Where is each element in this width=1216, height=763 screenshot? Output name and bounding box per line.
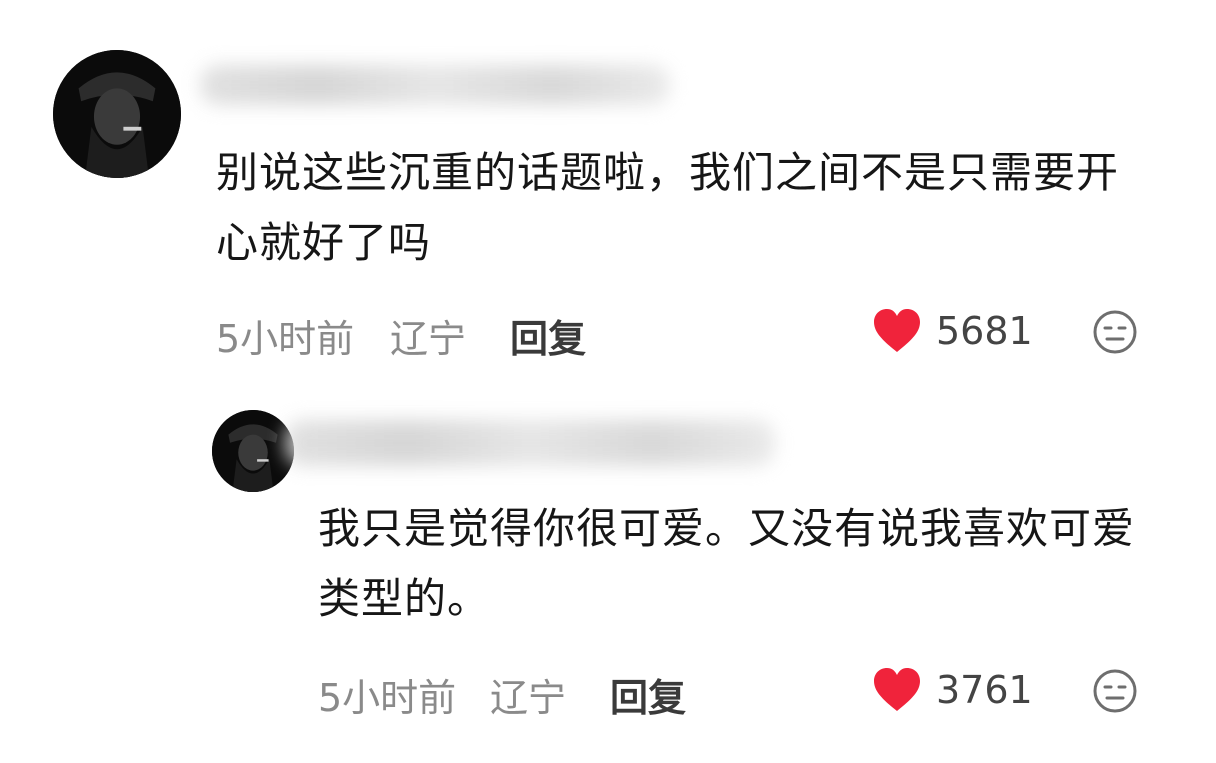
like-count: 3761	[936, 668, 1033, 712]
like-button[interactable]: 3761	[872, 667, 1033, 713]
username-blurred[interactable]	[285, 420, 775, 466]
comment-text: 我只是觉得你很可爱。又没有说我喜欢可爱类型的。	[318, 504, 1136, 623]
dislike-button[interactable]	[1092, 309, 1138, 355]
heart-icon	[874, 668, 920, 711]
comment-thread: 别说这些沉重的话题啦，我们之间不是只需要开心就好了吗 5小时前 辽宁 回复 56…	[0, 0, 1216, 763]
reply-button[interactable]: 回复	[610, 667, 686, 722]
neutral-face-icon	[1093, 669, 1137, 713]
neutral-face-icon	[1093, 310, 1137, 354]
reply-button[interactable]: 回复	[510, 308, 586, 363]
comment-location: 辽宁	[490, 676, 567, 720]
comment-time: 5小时前	[216, 317, 355, 361]
like-count: 5681	[936, 309, 1033, 353]
avatar[interactable]	[53, 50, 181, 178]
username-blurred[interactable]	[200, 65, 670, 105]
like-button[interactable]: 5681	[872, 308, 1033, 354]
heart-icon	[874, 309, 920, 352]
comment-location: 辽宁	[390, 317, 467, 361]
avatar-image	[53, 50, 181, 178]
avatar-image	[212, 410, 294, 492]
comment-time: 5小时前	[318, 676, 457, 720]
avatar[interactable]	[212, 410, 294, 492]
dislike-button[interactable]	[1092, 668, 1138, 714]
comment-text: 别说这些沉重的话题啦，我们之间不是只需要开心就好了吗	[216, 148, 1120, 267]
